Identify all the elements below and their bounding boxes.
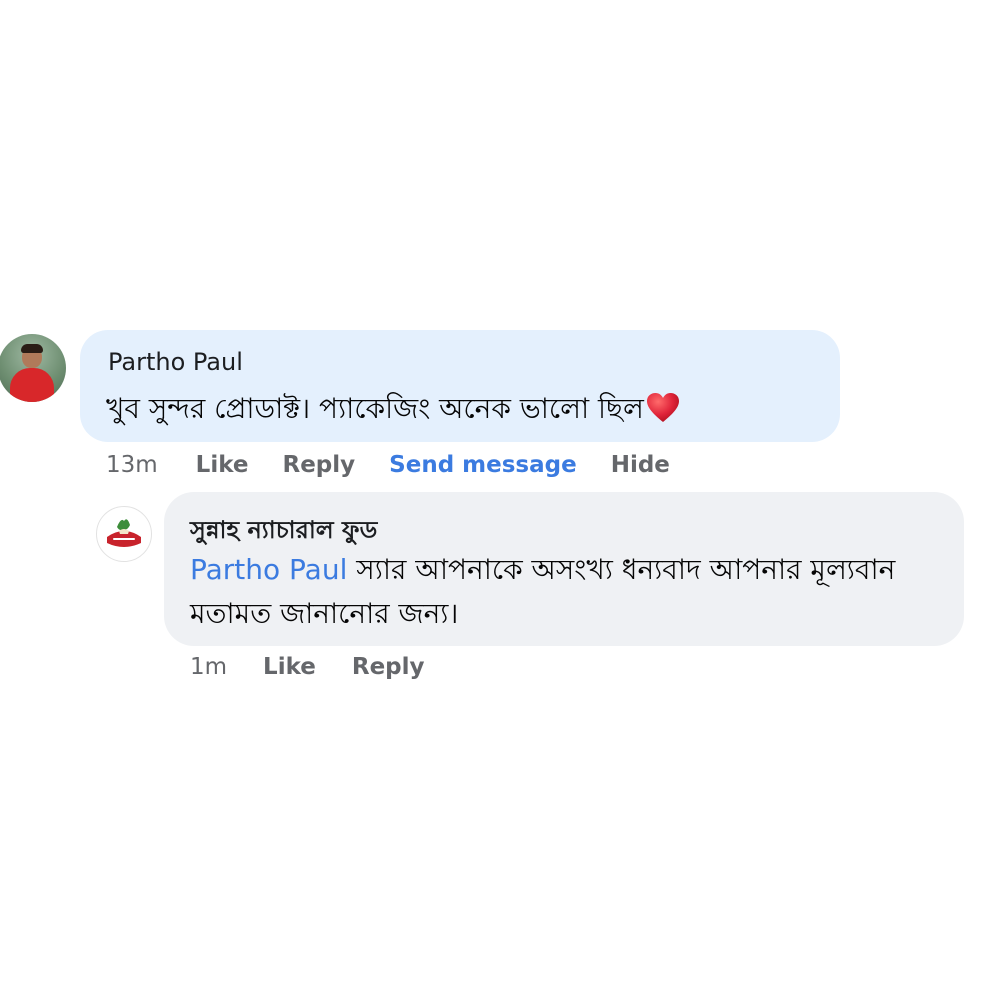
comment-text: খুব সুন্দর প্রোডাক্ট। প্যাকেজিং অনেক ভাল… xyxy=(106,386,680,434)
like-button[interactable]: Like xyxy=(263,654,316,680)
page-avatar[interactable] xyxy=(96,506,152,562)
like-button[interactable]: Like xyxy=(196,452,249,478)
comment-text-body: খুব সুন্দর প্রোডাক্ট। প্যাকেজিং অনেক ভাল… xyxy=(106,392,644,425)
comment-author[interactable]: Partho Paul xyxy=(108,348,243,376)
reply-button[interactable]: Reply xyxy=(283,452,356,478)
hide-button[interactable]: Hide xyxy=(611,452,670,478)
comment-text: Partho Paul স্যার আপনাকে অসংখ্য ধন্যবাদ … xyxy=(190,548,950,636)
comment-author[interactable]: সুন্নাহ ন্যাচারাল ফুড xyxy=(190,512,377,552)
comment-timestamp[interactable]: 1m xyxy=(190,654,227,680)
send-message-button[interactable]: Send message xyxy=(389,452,577,478)
comment-timestamp[interactable]: 13m xyxy=(106,452,158,478)
reply-button[interactable]: Reply xyxy=(352,654,425,680)
comment-actions: 1m Like Reply xyxy=(190,652,425,682)
comment-bubble: সুন্নাহ ন্যাচারাল ফুড Partho Paul স্যার … xyxy=(164,492,964,646)
avatar-hair xyxy=(21,344,43,353)
heart-icon xyxy=(646,392,680,424)
mention-link[interactable]: Partho Paul xyxy=(190,553,347,586)
comment-bubble: Partho Paul খুব সুন্দর প্রোডাক্ট। প্যাকে… xyxy=(80,330,840,442)
avatar-shirt xyxy=(10,368,54,402)
page-logo-icon xyxy=(98,508,150,560)
comment-actions: 13m Like Reply Send message Hide xyxy=(106,450,670,480)
avatar[interactable] xyxy=(0,334,66,402)
